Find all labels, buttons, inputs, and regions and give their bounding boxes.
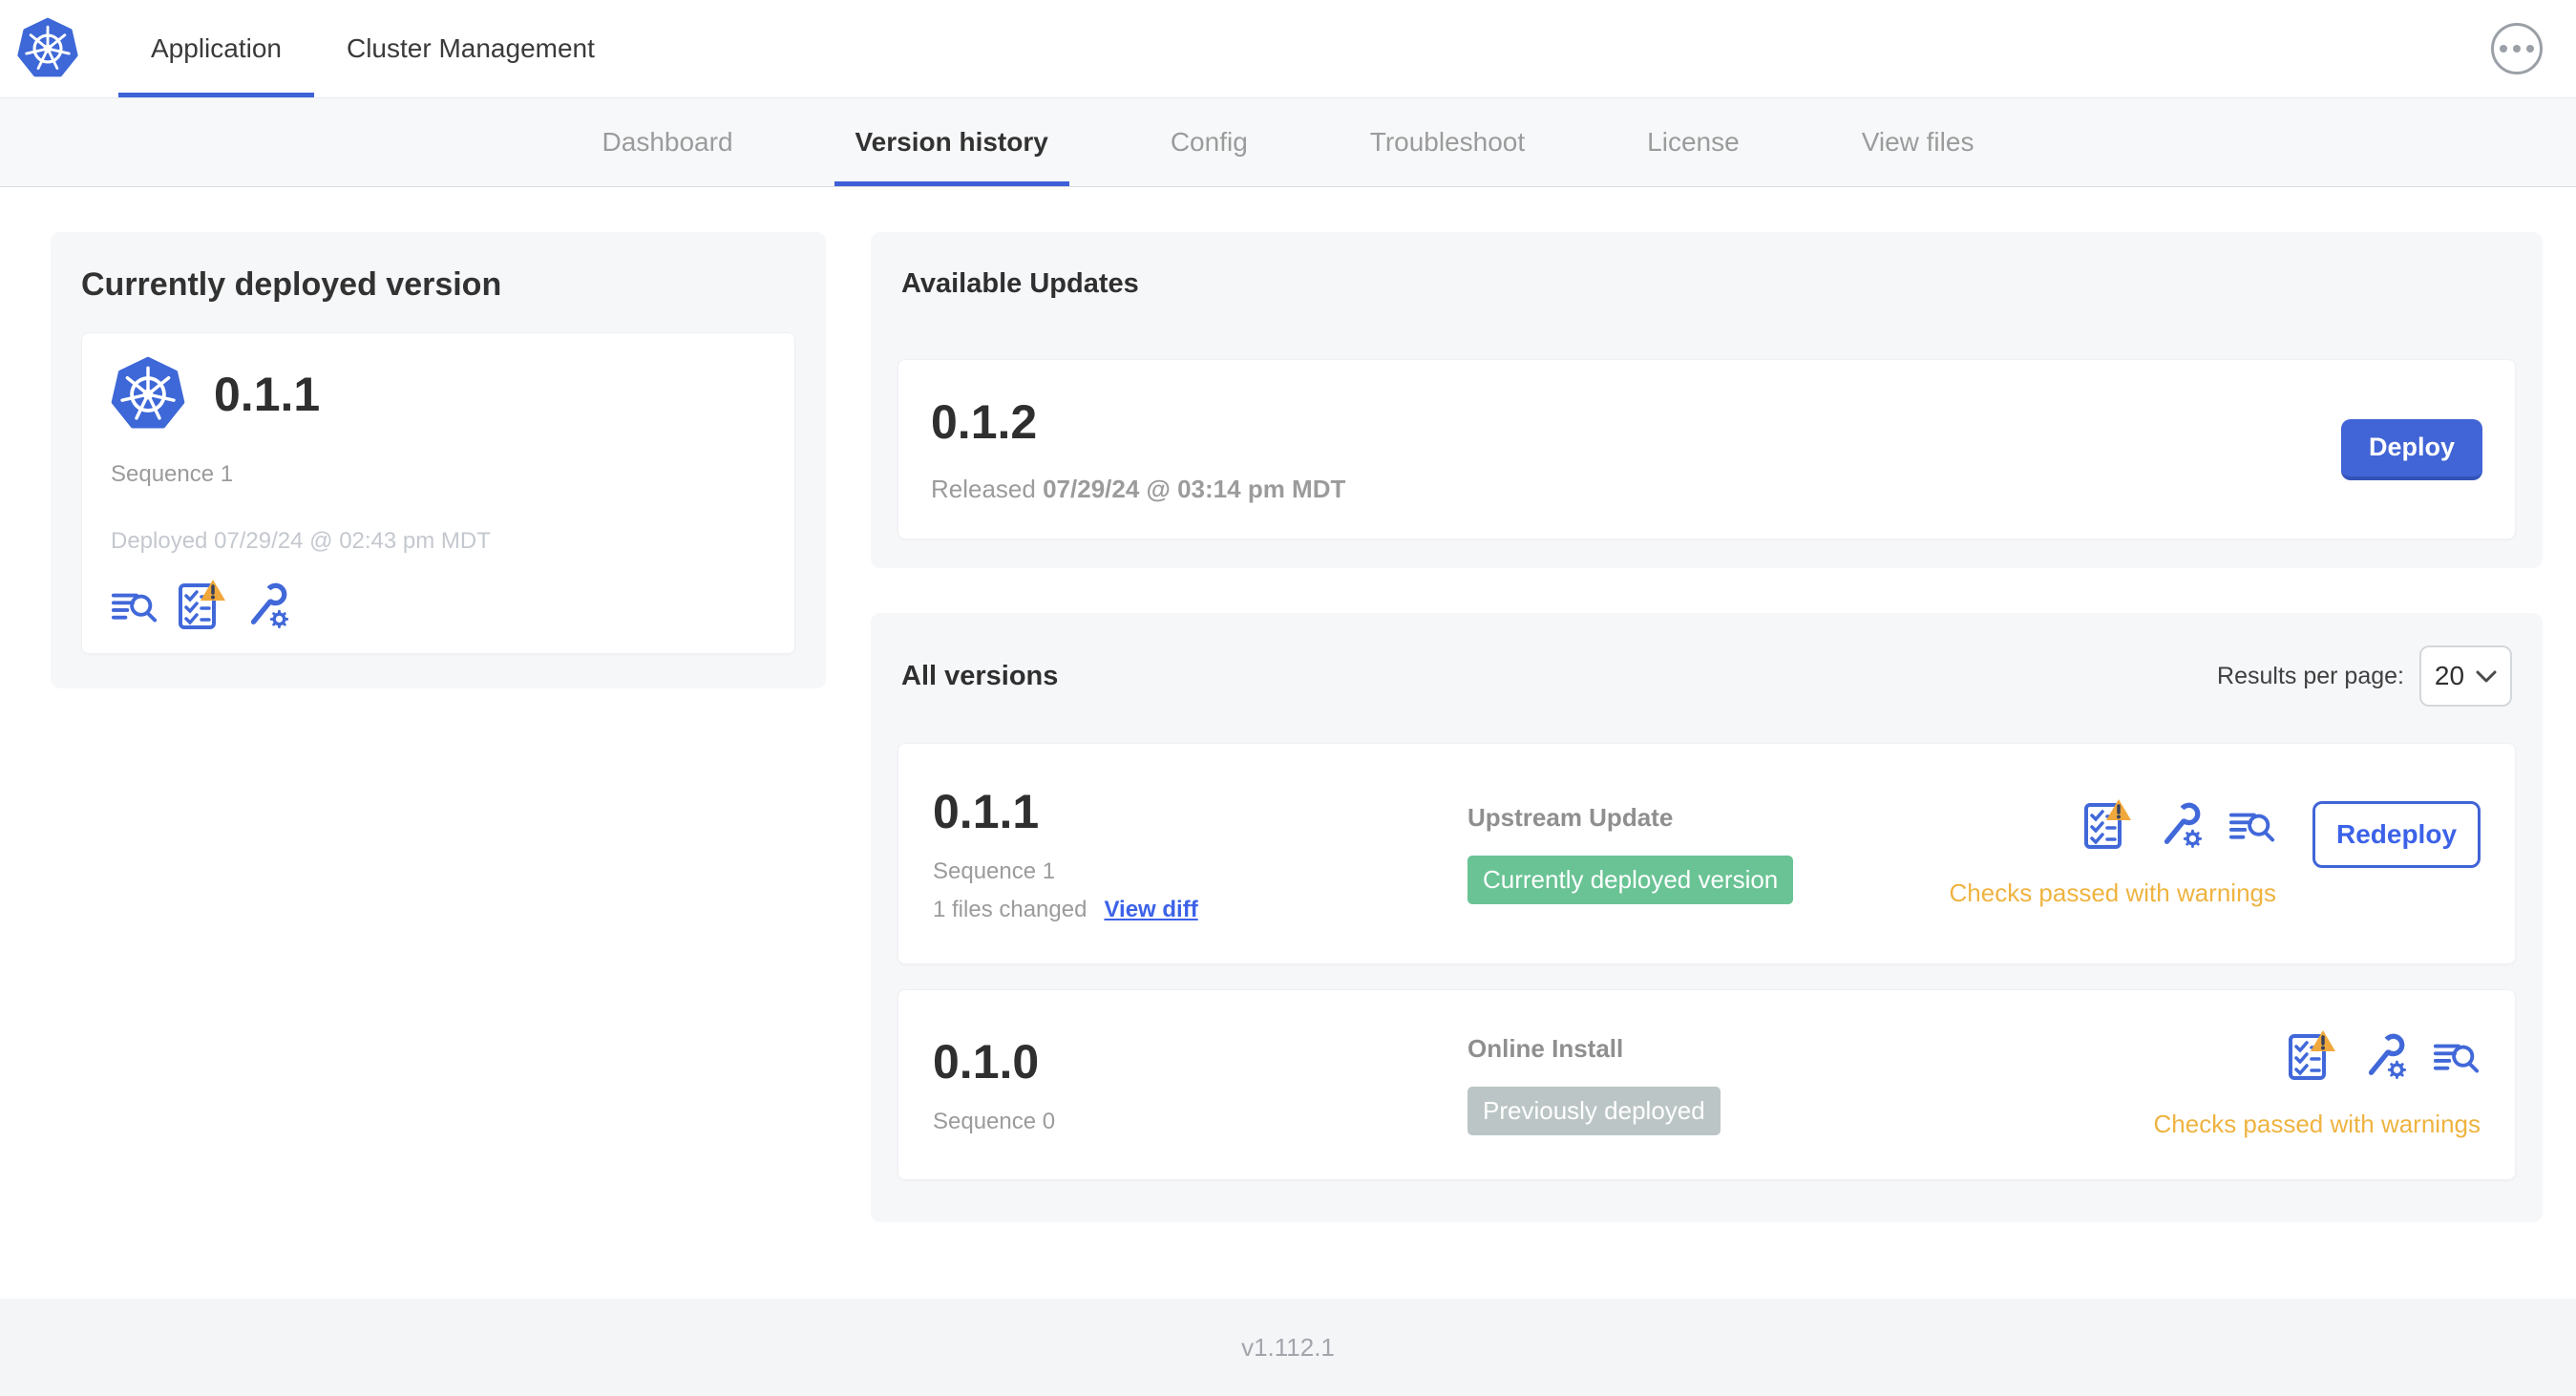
tab-config[interactable]: Config <box>1150 98 1269 186</box>
app-icon <box>111 356 185 429</box>
top-navigation-bar: Application Cluster Management <box>0 0 2576 98</box>
main-content: Currently deployed version 0.1.1 Sequenc… <box>0 187 2576 1299</box>
more-options-button[interactable] <box>2491 23 2543 74</box>
app-page: Application Cluster Management Dashboard… <box>0 0 2576 1396</box>
preflight-checks-warning-icon <box>2289 1030 2335 1080</box>
deployment-status-badge: Previously deployed <box>1467 1087 1721 1135</box>
row-source-label: Online Install <box>1467 1034 1624 1063</box>
diff-icon <box>2433 1044 2480 1073</box>
available-updates-card: Available Updates 0.1.2 Released 07/29/2… <box>871 232 2543 568</box>
preflight-checks-button[interactable] <box>176 580 225 632</box>
ellipsis-icon <box>2500 45 2507 53</box>
tab-view-files[interactable]: View files <box>1841 98 1995 186</box>
available-update-row: 0.1.2 Released 07/29/24 @ 03:14 pm MDT D… <box>897 359 2516 539</box>
available-updates-title: Available Updates <box>901 268 1139 299</box>
view-deploy-logs-button[interactable] <box>2433 1040 2481 1083</box>
all-versions-card: All versions Results per page: 20 0.1.1 … <box>871 613 2543 1222</box>
config-icon <box>2164 802 2203 848</box>
row-version-number: 0.1.0 <box>933 1035 1040 1089</box>
checks-status-text: Checks passed with warnings <box>1949 878 2277 907</box>
tab-version-history[interactable]: Version history <box>834 98 1069 186</box>
row-sequence: Sequence 0 <box>933 1109 1056 1134</box>
view-diff-link[interactable]: View diff <box>1104 897 1197 922</box>
current-version-sequence: Sequence 1 <box>111 461 234 487</box>
all-versions-title: All versions <box>901 660 1059 691</box>
version-row: 0.1.0 Sequence 0 Online Install Previous… <box>897 989 2516 1180</box>
row-source-label: Upstream Update <box>1467 803 1674 832</box>
current-version-deployed-date: Deployed 07/29/24 @ 02:43 pm MDT <box>111 528 491 554</box>
kubernetes-logo <box>17 0 78 97</box>
update-version-number: 0.1.2 <box>931 395 1038 449</box>
preflight-checks-warning-icon <box>2084 799 2131 849</box>
tab-application[interactable]: Application <box>118 0 314 97</box>
config-icon <box>2368 1033 2407 1079</box>
row-version-number: 0.1.1 <box>933 785 1040 838</box>
results-per-page-select[interactable]: 20 <box>2419 645 2512 707</box>
current-version-number: 0.1.1 <box>214 368 321 421</box>
app-footer: v1.112.1 <box>0 1299 2576 1396</box>
chevron-down-icon <box>2476 670 2497 682</box>
preflight-checks-button[interactable] <box>2286 1030 2335 1083</box>
top-tabs: Application Cluster Management <box>118 0 627 97</box>
edit-config-button[interactable] <box>2156 799 2204 852</box>
diff-icon <box>111 593 158 623</box>
kubernetes-logo-icon <box>17 17 78 77</box>
deployment-status-badge: Currently deployed version <box>1467 856 1794 904</box>
app-subnav: Dashboard Version history Config Trouble… <box>0 98 2576 187</box>
row-files-changed: 1 files changed View diff <box>933 897 1198 922</box>
tab-license[interactable]: License <box>1626 98 1761 186</box>
edit-config-button[interactable] <box>243 580 290 632</box>
preflight-checks-button[interactable] <box>2081 799 2131 852</box>
currently-deployed-card: Currently deployed version 0.1.1 Sequenc… <box>51 232 826 688</box>
config-icon <box>250 582 289 628</box>
row-sequence: Sequence 1 <box>933 858 1056 884</box>
version-row: 0.1.1 Sequence 1 1 files changed View dif… <box>897 743 2516 964</box>
tab-troubleshoot[interactable]: Troubleshoot <box>1349 98 1546 186</box>
view-deploy-logs-button[interactable] <box>111 589 158 632</box>
update-released-date: Released 07/29/24 @ 03:14 pm MDT <box>931 475 1346 503</box>
preflight-checks-warning-icon <box>179 580 225 629</box>
current-version-details: 0.1.1 Sequence 1 Deployed 07/29/24 @ 02:… <box>81 332 795 654</box>
view-deploy-logs-button[interactable] <box>2228 809 2276 852</box>
console-version: v1.112.1 <box>1241 1332 1335 1362</box>
redeploy-button[interactable]: Redeploy <box>2312 801 2481 868</box>
currently-deployed-title: Currently deployed version <box>81 266 502 303</box>
diff-icon <box>2228 813 2275 842</box>
current-version-column: Currently deployed version 0.1.1 Sequenc… <box>51 232 826 688</box>
tab-cluster-management[interactable]: Cluster Management <box>314 0 627 97</box>
checks-status-text: Checks passed with warnings <box>2153 1110 2481 1138</box>
edit-config-button[interactable] <box>2360 1030 2408 1083</box>
deploy-button[interactable]: Deploy <box>2341 418 2482 480</box>
versions-column: Available Updates 0.1.2 Released 07/29/2… <box>871 232 2543 1222</box>
results-per-page-label: Results per page: <box>2217 662 2404 689</box>
tab-dashboard[interactable]: Dashboard <box>581 98 754 186</box>
